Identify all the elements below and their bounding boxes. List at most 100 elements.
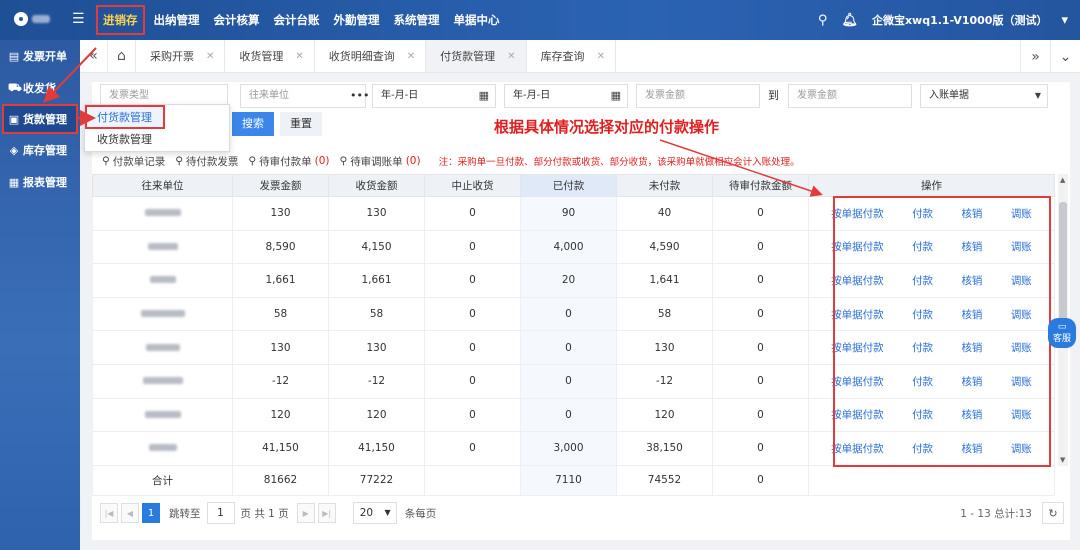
tab-purchase-invoice[interactable]: 采购开票 ✕ (136, 40, 226, 72)
pending-review-adjust-link[interactable]: ⚲ 待审调账单 (0) (339, 154, 420, 169)
col-unpaid[interactable]: 未付款 (616, 174, 713, 197)
adjust-link[interactable]: 调账 (1011, 340, 1032, 355)
adjust-link[interactable]: 调账 (1011, 441, 1032, 456)
table-row[interactable]: -12 -12 0 0 -12 0 按单据付款 付款 核销 调账 (92, 363, 1055, 399)
payment-records-link[interactable]: ⚲ 付款单记录 (102, 154, 165, 169)
calendar-icon[interactable]: ▦ (611, 85, 621, 107)
adjust-link[interactable]: 调账 (1011, 307, 1032, 322)
customer-service-button[interactable]: ▭ 客服 (1048, 318, 1076, 348)
sidebar-item-delivery[interactable]: ⛟ 收发货 (0, 72, 80, 104)
writeoff-link[interactable]: 核销 (961, 441, 982, 456)
col-received-amount[interactable]: 收货金额 (328, 174, 425, 197)
pay-link[interactable]: 付款 (912, 340, 933, 355)
search-button[interactable]: 搜索 (232, 112, 274, 136)
pay-by-document-link[interactable]: 按单据付款 (831, 441, 884, 456)
writeoff-link[interactable]: 核销 (961, 407, 982, 422)
pay-by-document-link[interactable]: 按单据付款 (831, 340, 884, 355)
sidebar-item-reports[interactable]: ▦ 报表管理 (0, 166, 80, 198)
date-to-input[interactable]: 年-月-日 ▦ (504, 84, 628, 108)
pay-by-document-link[interactable]: 按单据付款 (831, 407, 884, 422)
amount-from-input[interactable]: 发票金额 (636, 84, 760, 108)
table-row[interactable]: 120 120 0 0 120 0 按单据付款 付款 核销 调账 (92, 397, 1055, 433)
pay-link[interactable]: 付款 (912, 441, 933, 456)
tabs-scroll-left-icon[interactable]: « (80, 40, 108, 72)
chevron-down-icon[interactable]: ⌄ (1050, 40, 1080, 73)
topnav-field[interactable]: 外勤管理 (327, 0, 387, 40)
col-partner[interactable]: 往来单位 (92, 174, 233, 197)
writeoff-link[interactable]: 核销 (961, 340, 982, 355)
adjust-link[interactable]: 调账 (1011, 273, 1032, 288)
topnav-jxc[interactable]: 进销存 (96, 5, 145, 35)
table-row[interactable]: 41,150 41,150 0 3,000 38,150 0 按单据付款 付款 核销 调账 (92, 431, 1055, 466)
adjust-link[interactable]: 调账 (1011, 374, 1032, 389)
writeoff-link[interactable]: 核销 (961, 239, 982, 254)
pay-link[interactable]: 付款 (912, 374, 933, 389)
user-menu[interactable] (14, 12, 50, 26)
close-icon[interactable]: ✕ (507, 51, 515, 62)
tabs-scroll-right-icon[interactable]: » (1020, 40, 1050, 73)
menu-toggle-icon[interactable]: ☰ (72, 11, 85, 27)
home-icon[interactable]: ⌂ (108, 40, 136, 72)
adjust-link[interactable]: 调账 (1011, 206, 1032, 221)
scroll-up-icon[interactable]: ▲ (1060, 176, 1065, 184)
close-icon[interactable]: ✕ (295, 51, 303, 62)
more-icon[interactable]: ••• (350, 84, 369, 108)
pay-by-document-link[interactable]: 按单据付款 (831, 273, 884, 288)
sidebar-item-inventory[interactable]: ◈ 库存管理 (0, 134, 80, 166)
date-from-input[interactable]: 年-月-日 ▦ (372, 84, 496, 108)
calendar-icon[interactable]: ▦ (479, 85, 489, 107)
table-row[interactable]: 8,590 4,150 0 4,000 4,590 0 按单据付款 付款 核销 调账 (92, 229, 1055, 265)
table-row[interactable]: 130 130 0 90 40 0 按单据付款 付款 核销 调账 (92, 196, 1055, 231)
submenu-pay-management[interactable]: 付货款管理 (85, 105, 165, 129)
col-stopped[interactable]: 中止收货 (424, 174, 521, 197)
pay-by-document-link[interactable]: 按单据付款 (831, 206, 884, 221)
pay-link[interactable]: 付款 (912, 407, 933, 422)
amount-to-input[interactable]: 发票金额 (788, 84, 912, 108)
pending-review-payment-link[interactable]: ⚲ 待审付款单 (0) (248, 154, 329, 169)
tab-receiving-detail[interactable]: 收货明细查询 ✕ (315, 40, 427, 72)
jump-page-input[interactable]: 1 (206, 502, 235, 524)
refresh-icon[interactable]: ↻ (1042, 502, 1064, 524)
pay-link[interactable]: 付款 (912, 307, 933, 322)
avatar[interactable] (14, 12, 28, 26)
writeoff-link[interactable]: 核销 (961, 206, 982, 221)
pay-link[interactable]: 付款 (912, 273, 933, 288)
tab-inventory-query[interactable]: 库存查询 ✕ (527, 40, 616, 72)
col-invoice-amount[interactable]: 发票金额 (232, 174, 329, 197)
submenu-receive-management[interactable]: 收货款管理 (85, 129, 229, 153)
close-icon[interactable]: ✕ (407, 51, 415, 62)
table-row[interactable]: 1,661 1,661 0 20 1,641 0 按单据付款 付款 核销 调账 (92, 263, 1055, 298)
sidebar-item-payment[interactable]: ▣ 货款管理 (2, 104, 78, 134)
search-icon[interactable]: ⚲ (818, 13, 828, 28)
tab-payment-management[interactable]: 付货款管理 ✕ (426, 40, 527, 72)
writeoff-link[interactable]: 核销 (961, 273, 982, 288)
pay-by-document-link[interactable]: 按单据付款 (831, 307, 884, 322)
pay-link[interactable]: 付款 (912, 206, 933, 221)
tab-receiving[interactable]: 收货管理 ✕ (225, 40, 315, 72)
pay-link[interactable]: 付款 (912, 239, 933, 254)
current-page-button[interactable]: 1 (142, 503, 160, 523)
next-page-button[interactable]: ▶ (296, 503, 315, 523)
last-page-button[interactable]: ▶| (317, 503, 336, 523)
pay-by-document-link[interactable]: 按单据付款 (831, 374, 884, 389)
first-page-button[interactable]: |◀ (100, 503, 118, 523)
scroll-down-icon[interactable]: ▼ (1060, 456, 1065, 464)
reset-button[interactable]: 重置 (280, 112, 322, 136)
writeoff-link[interactable]: 核销 (961, 307, 982, 322)
sidebar-item-invoice[interactable]: ▤ 发票开单 (0, 40, 80, 72)
topnav-cashier[interactable]: 出纳管理 (147, 0, 207, 40)
chevron-down-icon[interactable]: ▾ (1061, 13, 1068, 28)
col-pending[interactable]: 待审付款金额 (712, 174, 809, 197)
adjust-link[interactable]: 调账 (1011, 407, 1032, 422)
partner-input[interactable]: 往来单位 (240, 84, 366, 108)
table-row[interactable]: 130 130 0 0 130 0 按单据付款 付款 核销 调账 (92, 330, 1055, 365)
topnav-accounting[interactable]: 会计核算 (207, 0, 267, 40)
table-row[interactable]: 58 58 0 0 58 0 按单据付款 付款 核销 调账 (92, 296, 1055, 332)
pay-by-document-link[interactable]: 按单据付款 (831, 239, 884, 254)
writeoff-link[interactable]: 核销 (961, 374, 982, 389)
bell-icon[interactable]: 🔔︎ (841, 13, 858, 28)
close-icon[interactable]: ✕ (597, 51, 605, 62)
pending-invoice-link[interactable]: ⚲ 待付款发票 (175, 154, 238, 169)
close-icon[interactable]: ✕ (206, 51, 214, 62)
entry-type-select[interactable]: 入账单据 ▼ (920, 84, 1048, 108)
